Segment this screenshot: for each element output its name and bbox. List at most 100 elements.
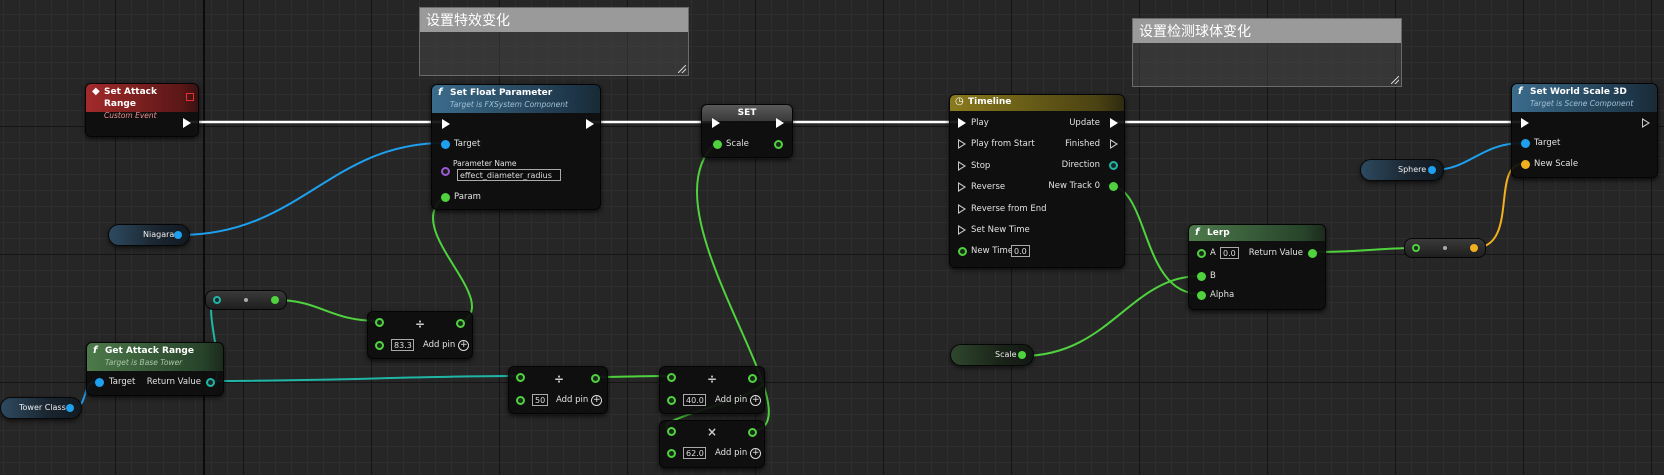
exec-out-pin[interactable] xyxy=(1642,118,1650,128)
input-pin[interactable] xyxy=(667,396,676,405)
divisor-input[interactable]: 50 xyxy=(532,394,548,406)
input-pin[interactable] xyxy=(213,296,221,304)
node-title: Get Attack Range xyxy=(105,346,194,356)
object-wire xyxy=(1432,142,1524,171)
input-pin[interactable] xyxy=(667,449,676,458)
exec-in-pin[interactable] xyxy=(442,119,450,129)
add-pin-button[interactable]: Add pin + xyxy=(715,395,762,406)
exec-in-pin[interactable] xyxy=(1521,118,1529,128)
event-node-set-attack-range[interactable]: ◆ Set Attack Range Custom Event xyxy=(85,83,199,137)
variable-getter-niagara[interactable]: Niagara xyxy=(108,224,190,246)
finished-pin[interactable] xyxy=(1110,139,1118,149)
output-pin[interactable] xyxy=(748,428,757,437)
comment-box-sphere[interactable]: 设置检测球体变化 xyxy=(1132,18,1402,87)
set-new-time-pin[interactable] xyxy=(958,225,966,235)
output-pin[interactable] xyxy=(1018,351,1026,359)
exec-out-pin[interactable] xyxy=(776,118,784,128)
scale-out-pin[interactable] xyxy=(774,140,783,149)
add-pin-button[interactable]: Add pin + xyxy=(715,448,762,459)
node-timeline[interactable]: ◷ Timeline Play Play from Start Stop Rev… xyxy=(949,94,1125,268)
direction-pin[interactable] xyxy=(1109,161,1118,170)
delegate-pin[interactable] xyxy=(186,93,194,101)
stop-pin[interactable] xyxy=(958,161,966,171)
name-pin[interactable] xyxy=(441,167,450,176)
parameter-name-input[interactable]: effect_diameter_radius xyxy=(457,169,561,181)
new-track-pin[interactable] xyxy=(1109,182,1118,191)
node-set-scale[interactable]: SET Scale xyxy=(701,104,793,158)
new-time-pin[interactable] xyxy=(958,247,967,256)
alpha-pin[interactable] xyxy=(1197,291,1206,300)
node-lerp[interactable]: f Lerp A 0.0 B Alpha Return Value xyxy=(1188,224,1326,310)
output-pin[interactable] xyxy=(591,374,600,383)
output-pin[interactable] xyxy=(1428,166,1436,174)
output-pin[interactable] xyxy=(748,374,757,383)
play-pin[interactable] xyxy=(958,118,966,128)
return-value-pin[interactable] xyxy=(1308,249,1317,258)
pin-label: Play from Start xyxy=(971,139,1035,149)
plus-icon: + xyxy=(750,395,762,406)
node-set-float-parameter[interactable]: f Set Float Parameter Target is FXSystem… xyxy=(431,84,601,210)
update-pin[interactable] xyxy=(1110,118,1118,128)
node-divide[interactable]: ÷ 40.0 Add pin + xyxy=(659,366,765,414)
add-pin-button[interactable]: Add pin + xyxy=(556,395,603,406)
play-from-start-pin[interactable] xyxy=(958,139,966,149)
output-pin[interactable] xyxy=(456,319,465,328)
comment-box-fx[interactable]: 设置特效变化 xyxy=(419,7,689,76)
param-pin[interactable] xyxy=(441,193,450,202)
input-pin[interactable] xyxy=(667,427,676,436)
exec-out-pin[interactable] xyxy=(183,118,191,128)
target-pin[interactable] xyxy=(441,140,450,149)
input-pin[interactable] xyxy=(375,318,384,327)
output-pin[interactable] xyxy=(1470,244,1478,252)
node-divide[interactable]: ÷ 50 Add pin + xyxy=(508,366,608,414)
variable-label: Niagara xyxy=(143,230,175,239)
input-pin[interactable] xyxy=(375,341,384,350)
output-pin[interactable] xyxy=(66,404,74,412)
return-value-pin[interactable] xyxy=(206,378,215,387)
b-pin[interactable] xyxy=(1197,272,1206,281)
comment-title: 设置特效变化 xyxy=(420,8,688,32)
exec-out-pin[interactable] xyxy=(586,119,594,129)
event-diamond-icon: ◆ xyxy=(92,86,100,97)
resize-grip-icon[interactable] xyxy=(678,65,686,73)
function-icon: f xyxy=(438,87,443,98)
resize-grip-icon[interactable] xyxy=(1391,76,1399,84)
add-pin-button[interactable]: Add pin + xyxy=(423,340,470,351)
a-pin[interactable] xyxy=(1197,249,1206,258)
reverse-from-end-pin[interactable] xyxy=(958,204,966,214)
input-pin[interactable] xyxy=(516,373,525,382)
variable-getter-sphere[interactable]: Sphere xyxy=(1360,159,1444,181)
scale-in-pin[interactable] xyxy=(713,140,722,149)
input-pin[interactable] xyxy=(516,396,525,405)
output-pin[interactable] xyxy=(271,296,279,304)
plus-icon: + xyxy=(458,340,470,351)
pin-label: Target xyxy=(109,377,136,387)
target-pin[interactable] xyxy=(1521,139,1530,148)
node-set-world-scale-3d[interactable]: f Set World Scale 3D Target is Scene Com… xyxy=(1511,83,1658,178)
reroute-node[interactable] xyxy=(205,290,287,310)
input-pin[interactable] xyxy=(1412,244,1420,252)
node-title: Set Attack Range xyxy=(104,87,157,109)
new-scale-pin[interactable] xyxy=(1521,160,1530,169)
a-input[interactable]: 0.0 xyxy=(1220,247,1239,259)
node-get-attack-range[interactable]: f Get Attack Range Target is Base Tower … xyxy=(86,342,224,396)
divisor-input[interactable]: 40.0 xyxy=(683,394,706,406)
node-divide[interactable]: ÷ 83.3 Add pin + xyxy=(367,311,473,359)
divide-icon: ÷ xyxy=(554,372,565,386)
output-pin[interactable] xyxy=(174,231,182,239)
reroute-node[interactable] xyxy=(1404,238,1486,258)
reverse-pin[interactable] xyxy=(958,182,966,192)
target-pin[interactable] xyxy=(95,378,104,387)
variable-getter-scale[interactable]: Scale xyxy=(950,344,1034,366)
node-subtitle: Target is FXSystem Component xyxy=(450,100,568,109)
new-time-input[interactable]: 0.0 xyxy=(1011,245,1030,257)
plus-icon: + xyxy=(591,395,603,406)
divisor-input[interactable]: 83.3 xyxy=(391,339,414,351)
node-multiply[interactable]: × 62.0 Add pin + xyxy=(659,420,765,468)
pin-label: Stop xyxy=(971,161,991,171)
input-pin[interactable] xyxy=(667,373,676,382)
multiplier-input[interactable]: 62.0 xyxy=(683,447,706,459)
node-header: f Get Attack Range Target is Base Tower xyxy=(87,343,223,371)
variable-getter-tower-class[interactable]: Tower Class xyxy=(0,397,82,419)
exec-in-pin[interactable] xyxy=(712,118,720,128)
